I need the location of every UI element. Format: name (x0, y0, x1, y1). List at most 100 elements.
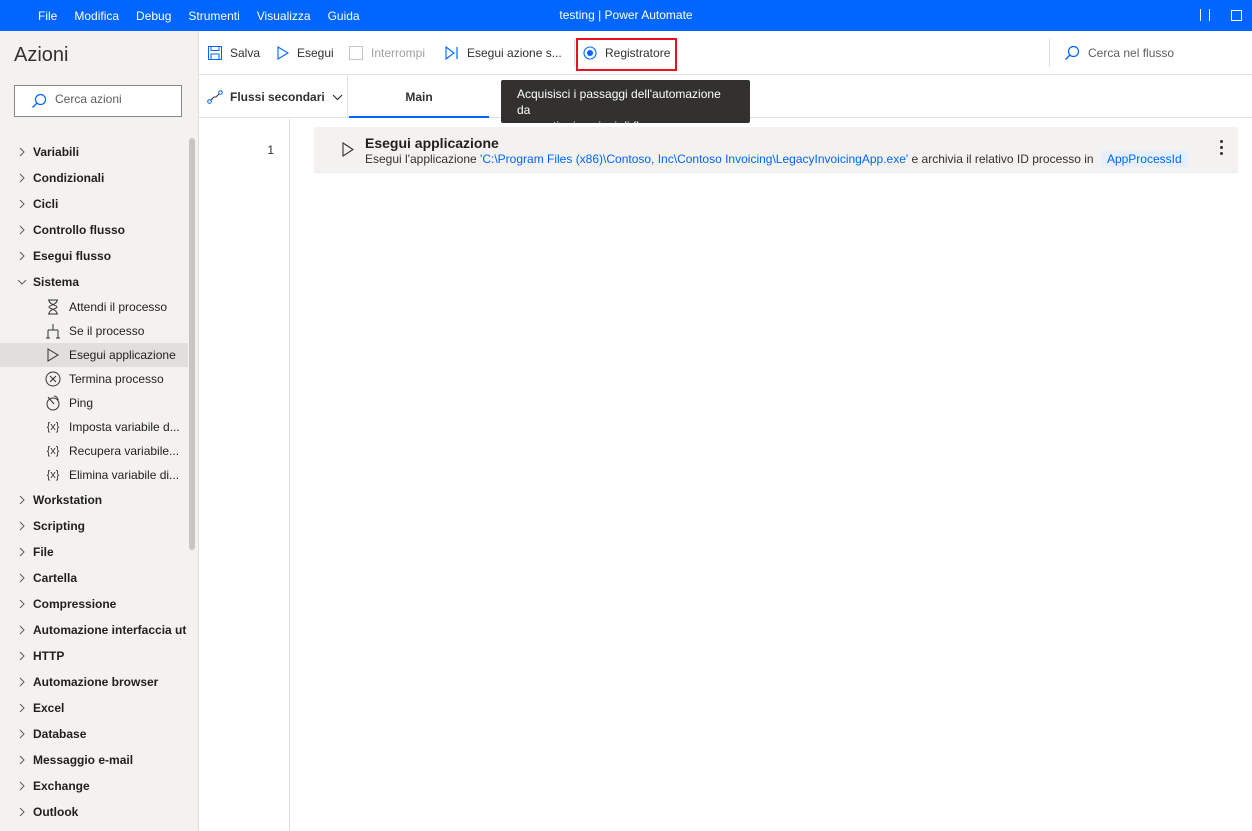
chevron-right-icon (14, 251, 30, 261)
search-flow-box[interactable]: Cerca nel flusso (1064, 31, 1174, 75)
ping-icon (44, 395, 62, 411)
menu-bar: File Modifica Debug Strumenti Visualizza… (36, 0, 375, 31)
category-database[interactable]: Database (0, 721, 188, 747)
run-next-action-button[interactable]: Esegui azione s... (445, 31, 562, 75)
variable-chip[interactable]: AppProcessId (1100, 151, 1188, 167)
action-imposta-variabile[interactable]: {x} Imposta variabile d... (0, 415, 188, 439)
category-cartella[interactable]: Cartella (0, 565, 188, 591)
stop-icon (349, 46, 363, 60)
category-label: Messaggio e-mail (33, 753, 134, 767)
category-label: Esegui flusso (33, 249, 112, 263)
save-button[interactable]: Salva (208, 31, 260, 75)
play-icon (44, 348, 62, 362)
menu-visualizza[interactable]: Visualizza (255, 9, 313, 23)
chevron-right-icon (14, 651, 30, 661)
category-variabili[interactable]: Variabili (0, 139, 188, 165)
category-label: Database (33, 727, 87, 741)
category-label: HTTP (33, 649, 65, 663)
menu-debug[interactable]: Debug (134, 9, 173, 23)
stop-button[interactable]: Interrompi (349, 31, 425, 75)
action-elimina-variabile[interactable]: {x} Elimina variabile di... (0, 463, 188, 487)
action-se-il-processo[interactable]: Se il processo (0, 319, 188, 343)
play-icon (342, 142, 354, 157)
desc-middle: e archivia il relativo ID processo in (911, 152, 1094, 166)
window-controls (1192, 0, 1252, 31)
category-label: Automazione browser (33, 675, 159, 689)
tab-main[interactable]: Main (349, 76, 489, 118)
category-file[interactable]: File (0, 539, 188, 565)
action-attendi-processo[interactable]: Attendi il processo (0, 295, 188, 319)
more-options-icon[interactable] (1220, 140, 1224, 158)
subflows-dropdown[interactable]: Flussi secondari (207, 76, 350, 118)
tabs-divider (347, 76, 348, 118)
category-http[interactable]: HTTP (0, 643, 188, 669)
category-compressione[interactable]: Compressione (0, 591, 188, 617)
category-label: Workstation (33, 493, 103, 507)
chevron-right-icon (14, 599, 30, 609)
chevron-right-icon (14, 573, 30, 583)
line-number: 1 (267, 143, 274, 157)
chevron-right-icon (14, 173, 30, 183)
category-excel[interactable]: Excel (0, 695, 188, 721)
toolbar-divider (574, 39, 575, 67)
recorder-tooltip: Acquisisci i passaggi dell'automazione d… (501, 80, 750, 133)
circle-x-icon (44, 371, 62, 387)
action-recupera-variabile[interactable]: {x} Recupera variabile... (0, 439, 188, 463)
category-controllo-flusso[interactable]: Controllo flusso (0, 217, 188, 243)
run-next-action-label: Esegui azione s... (467, 46, 562, 60)
category-label: Sistema (33, 275, 80, 289)
variable-icon: {x} (46, 445, 60, 457)
category-label: Variabili (33, 145, 80, 159)
menu-guida[interactable]: Guida (326, 9, 362, 23)
chevron-right-icon (14, 225, 30, 235)
action-termina-processo[interactable]: Termina processo (0, 367, 188, 391)
category-exchange[interactable]: Exchange (0, 773, 188, 799)
category-label: Exchange (33, 779, 90, 793)
chevron-right-icon (14, 147, 30, 157)
sidebar-scrollbar[interactable] (189, 138, 195, 550)
category-esegui-flusso[interactable]: Esegui flusso (0, 243, 188, 269)
search-actions-box[interactable] (14, 85, 182, 117)
action-label: Attendi il processo (69, 300, 168, 314)
hourglass-icon (44, 299, 62, 315)
restore-icon (1200, 9, 1210, 21)
designer-toolbar: Salva Esegui Interrompi Esegui azione s.… (199, 31, 1252, 75)
action-description: Esegui l'applicazione 'C:\Program Files … (365, 151, 1188, 167)
chevron-right-icon (14, 729, 30, 739)
category-outlook[interactable]: Outlook (0, 799, 188, 825)
save-label: Salva (230, 46, 261, 60)
category-workstation[interactable]: Workstation (0, 487, 188, 513)
category-condizionali[interactable]: Condizionali (0, 165, 188, 191)
action-ping[interactable]: Ping (0, 391, 188, 415)
action-esegui-applicazione[interactable]: Esegui applicazione (0, 343, 188, 367)
line-number-gutter: 1 (199, 119, 290, 831)
category-label: Outlook (33, 805, 79, 819)
flow-action-row[interactable]: Esegui applicazione Esegui l'applicazion… (314, 127, 1238, 172)
chevron-right-icon (14, 495, 30, 505)
subflows-label: Flussi secondari (230, 90, 325, 104)
category-cicli[interactable]: Cicli (0, 191, 188, 217)
chevron-down-icon (14, 279, 30, 285)
category-automazione-interfaccia[interactable]: Automazione interfaccia ut (0, 617, 188, 643)
restore-button[interactable] (1192, 0, 1222, 31)
action-label: Imposta variabile d... (69, 420, 180, 434)
maximize-button[interactable] (1222, 0, 1252, 31)
category-messaggio-email[interactable]: Messaggio e-mail (0, 747, 188, 773)
menu-strumenti[interactable]: Strumenti (186, 9, 241, 23)
category-automazione-browser[interactable]: Automazione browser (0, 669, 188, 695)
menu-file[interactable]: File (36, 9, 59, 23)
search-actions-input[interactable] (55, 92, 175, 106)
title-bar: File Modifica Debug Strumenti Visualizza… (0, 0, 1252, 31)
category-scripting[interactable]: Scripting (0, 513, 188, 539)
action-label: Recupera variabile... (69, 444, 180, 458)
menu-modifica[interactable]: Modifica (72, 9, 121, 23)
run-button[interactable]: Esegui (277, 31, 334, 75)
action-label: Elimina variabile di... (69, 468, 180, 482)
toolbar-divider (1049, 39, 1050, 67)
chevron-right-icon (14, 781, 30, 791)
search-icon (1065, 45, 1080, 60)
category-label: Cartella (33, 571, 78, 585)
category-sistema[interactable]: Sistema (0, 269, 188, 295)
actions-pane-title: Azioni (14, 44, 69, 66)
category-label: Excel (33, 701, 65, 715)
